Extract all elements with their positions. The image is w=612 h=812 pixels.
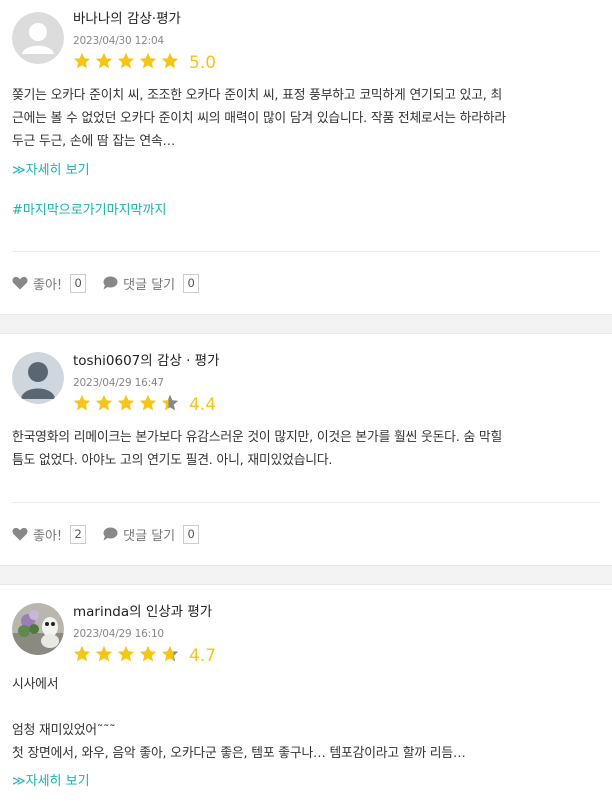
star-icon xyxy=(139,645,157,662)
star-icon xyxy=(139,52,157,69)
review-date: 2023/04/29 16:47 xyxy=(73,377,164,389)
star-icon xyxy=(117,394,135,411)
review-text-line xyxy=(12,696,600,719)
review-text-line: 틈도 없었다. 아야노 고의 연기도 필견. 아니, 재미있었습니다. xyxy=(12,453,333,468)
default-user-icon xyxy=(12,12,64,64)
comment-count: 0 xyxy=(183,524,200,544)
like-button[interactable]: 좋아! 0 xyxy=(12,273,87,293)
avatar[interactable] xyxy=(12,12,64,64)
review-title[interactable]: marinda의 인상과 평가 xyxy=(73,603,216,621)
section-separator xyxy=(0,314,612,334)
star-icon xyxy=(95,394,113,411)
rating-score: 5.0 xyxy=(189,53,217,73)
star-rating: 4.4 xyxy=(73,394,220,416)
review-text-line: 첫 장면에서, 와우, 음악 좋아, 오카다군 좋은, 템포 좋구나… 템포감이… xyxy=(12,746,466,761)
star-icon xyxy=(95,645,113,662)
star-icon xyxy=(73,52,91,69)
review-title[interactable]: 바나나의 감상·평가 xyxy=(73,10,216,28)
review-text: 쫒기는 오카다 준이치 씨, 조조한 오카다 준이치 씨, 표정 풍부하고 코믹… xyxy=(12,84,600,153)
star-icon xyxy=(73,394,91,411)
like-label: 좋아! xyxy=(33,277,63,293)
like-label: 좋아! xyxy=(33,528,63,544)
avatar[interactable] xyxy=(12,603,64,655)
review-card: toshi0607의 감상 · 평가 2023/04/29 16:47 4.4 … xyxy=(0,334,612,565)
review-text-line: 근에는 볼 수 없었던 오카다 준이치 씨의 매력이 많이 담겨 있습니다. 작… xyxy=(12,111,506,126)
rating-score: 4.7 xyxy=(189,646,217,666)
like-button[interactable]: 좋아! 2 xyxy=(12,524,87,544)
star-rating: 5.0 xyxy=(73,52,216,74)
star-icon xyxy=(161,52,179,69)
star-icon xyxy=(139,394,157,411)
review-card: 바나나의 감상·평가 2023/04/30 12:04 5.0 쫒기는 오카다 … xyxy=(0,0,612,314)
comment-button[interactable]: 댓글 달기 0 xyxy=(102,524,200,544)
rating-score: 4.4 xyxy=(189,395,217,415)
comment-count: 0 xyxy=(183,273,200,293)
review-title[interactable]: toshi0607의 감상 · 평가 xyxy=(73,352,220,370)
review-card: marinda의 인상과 평가 2023/04/29 16:10 4.7 시사에… xyxy=(0,585,612,792)
speech-bubble-icon xyxy=(103,527,118,541)
comment-label: 댓글 달기 xyxy=(123,277,176,293)
section-separator xyxy=(0,565,612,585)
star-icon xyxy=(117,645,135,662)
speech-bubble-icon xyxy=(103,276,118,290)
like-count: 2 xyxy=(70,524,87,544)
star-icon xyxy=(73,645,91,662)
star-icon xyxy=(95,52,113,69)
comment-label: 댓글 달기 xyxy=(123,528,176,544)
heart-icon xyxy=(12,276,28,290)
user-silhouette-icon xyxy=(12,352,64,404)
flower-photo-avatar xyxy=(12,603,64,655)
review-text-line: 한국영화의 리메이크는 본가보다 유감스러운 것이 많지만, 이것은 본가를 훨… xyxy=(12,430,503,445)
star-rating: 4.7 xyxy=(73,645,216,667)
avatar[interactable] xyxy=(12,352,64,404)
hashtag-link[interactable]: #마지막으로가기마지막까지 xyxy=(12,201,600,221)
review-text-line: 쫒기는 오카다 준이치 씨, 조조한 오카다 준이치 씨, 표정 풍부하고 코믹… xyxy=(12,88,503,103)
review-text: 한국영화의 리메이크는 본가보다 유감스러운 것이 많지만, 이것은 본가를 훨… xyxy=(12,426,600,472)
review-text-line: 시사에서 xyxy=(12,677,59,692)
star-icon xyxy=(161,645,179,662)
comment-button[interactable]: 댓글 달기 0 xyxy=(102,273,200,293)
like-count: 0 xyxy=(70,273,87,293)
star-icon xyxy=(161,394,179,411)
review-date: 2023/04/30 12:04 xyxy=(73,35,164,47)
star-icon xyxy=(117,52,135,69)
review-text: 시사에서 엄청 재미있었어˜˜˜ 첫 장면에서, 와우, 음악 좋아, 오카다군… xyxy=(12,673,600,765)
review-text-line: 엄청 재미있었어˜˜˜ xyxy=(12,723,116,738)
heart-icon xyxy=(12,527,28,541)
read-more-link[interactable]: ≫자세히 보기 xyxy=(12,161,600,181)
read-more-link[interactable]: ≫자세히 보기 xyxy=(12,772,600,792)
review-text-line: 두근 두근, 손에 땀 잡는 연속… xyxy=(12,134,176,149)
review-date: 2023/04/29 16:10 xyxy=(73,628,164,640)
